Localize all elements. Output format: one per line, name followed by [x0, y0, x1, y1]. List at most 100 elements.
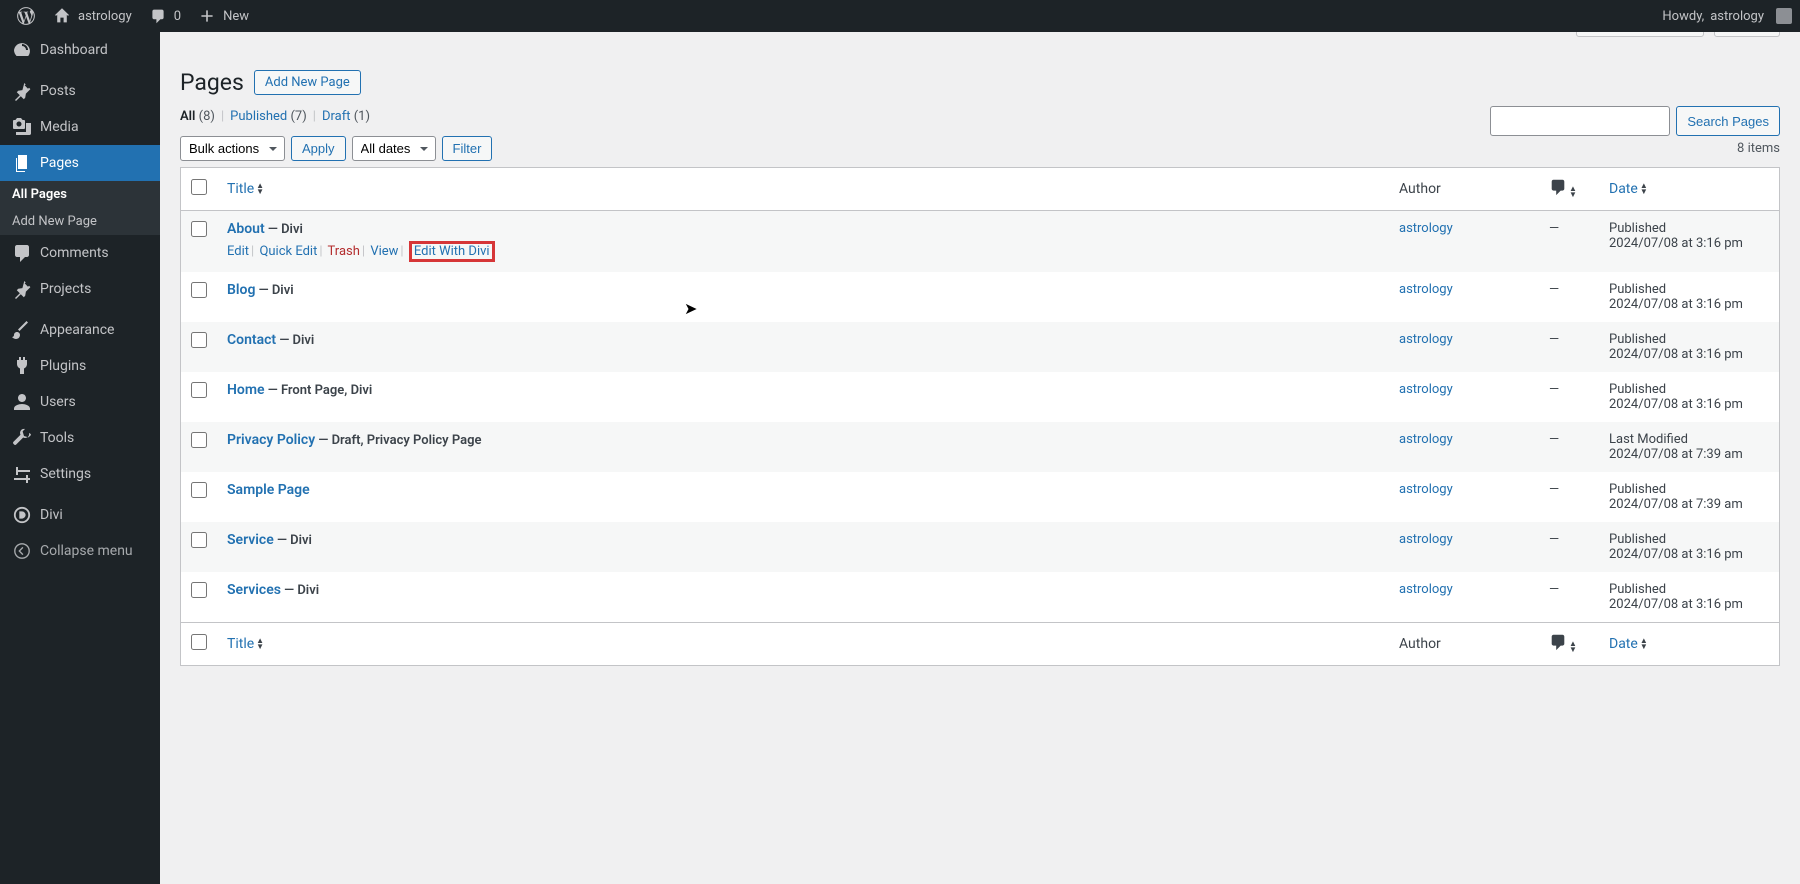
comments-link[interactable]: 0	[140, 0, 189, 32]
row-actions: Edit| Quick Edit| Trash| View| Edit With…	[227, 241, 1379, 262]
table-row: About — Divi Edit| Quick Edit| Trash| Vi…	[181, 211, 1779, 272]
date-cell: Published2024/07/08 at 3:16 pm	[1599, 211, 1779, 272]
trash-link[interactable]: Trash	[328, 244, 360, 259]
author-link[interactable]: astrology	[1399, 221, 1453, 236]
row-checkbox[interactable]	[191, 482, 207, 498]
view-link[interactable]: View	[370, 244, 398, 259]
page-title-link[interactable]: About	[227, 221, 265, 237]
home-icon	[52, 6, 72, 26]
post-state: — Front Page, Divi	[265, 383, 373, 398]
date-cell: Published2024/07/08 at 3:16 pm	[1599, 372, 1779, 422]
row-checkbox[interactable]	[191, 532, 207, 548]
menu-media[interactable]: Media	[0, 109, 160, 145]
menu-divi[interactable]: Divi	[0, 497, 160, 533]
row-checkbox[interactable]	[191, 382, 207, 398]
filter-all-link[interactable]: All	[180, 109, 195, 124]
new-content-link[interactable]: New	[189, 0, 257, 32]
post-state: — Divi	[265, 222, 303, 237]
author-link[interactable]: astrology	[1399, 532, 1453, 547]
page-title: Pages	[180, 69, 244, 96]
date-cell: Last Modified2024/07/08 at 7:39 am	[1599, 422, 1779, 472]
pin-icon	[12, 81, 32, 101]
author-link[interactable]: astrology	[1399, 582, 1453, 597]
row-checkbox[interactable]	[191, 282, 207, 298]
page-title-link[interactable]: Service	[227, 532, 274, 548]
avatar	[1776, 8, 1792, 24]
row-checkbox[interactable]	[191, 221, 207, 237]
page-title-link[interactable]: Blog	[227, 282, 255, 298]
site-name: astrology	[78, 9, 132, 24]
site-name-link[interactable]: astrology	[44, 0, 140, 32]
page-title-link[interactable]: Contact	[227, 332, 276, 348]
menu-comments[interactable]: Comments	[0, 235, 160, 271]
user-menu[interactable]: Howdy, astrology	[1654, 0, 1800, 32]
date-filter-select[interactable]: All dates	[352, 136, 436, 161]
column-comments[interactable]: ▲▼	[1539, 168, 1599, 211]
add-new-page-button[interactable]: Add New Page	[254, 70, 361, 95]
menu-posts[interactable]: Posts	[0, 73, 160, 109]
howdy-prefix: Howdy,	[1662, 9, 1704, 24]
author-link[interactable]: astrology	[1399, 282, 1453, 297]
menu-dashboard[interactable]: Dashboard	[0, 32, 160, 68]
submenu-add-new-page[interactable]: Add New Page	[0, 208, 160, 235]
post-state: — Divi	[281, 583, 319, 598]
select-all-checkbox-footer[interactable]	[191, 634, 207, 650]
wp-logo[interactable]	[8, 0, 44, 32]
date-cell: Published2024/07/08 at 7:39 am	[1599, 472, 1779, 522]
help-button[interactable]: Help ▼	[1714, 32, 1780, 37]
edit-with-divi-link[interactable]: Edit With Divi	[414, 244, 490, 259]
author-link[interactable]: astrology	[1399, 332, 1453, 347]
menu-collapse[interactable]: Collapse menu	[0, 533, 160, 569]
post-state: — Draft, Privacy Policy Page	[315, 433, 481, 448]
menu-pages[interactable]: Pages	[0, 145, 160, 181]
search-input[interactable]	[1490, 106, 1670, 136]
user-icon	[12, 392, 32, 412]
column-date[interactable]: Date▲▼	[1599, 168, 1779, 211]
menu-users[interactable]: Users	[0, 384, 160, 420]
row-checkbox[interactable]	[191, 332, 207, 348]
bulk-actions-select[interactable]: Bulk actions	[180, 136, 285, 161]
submenu-all-pages[interactable]: All Pages	[0, 181, 160, 208]
select-all-checkbox[interactable]	[191, 179, 207, 195]
page-title-link[interactable]: Sample Page	[227, 482, 310, 498]
sort-icon: ▲▼	[256, 183, 264, 195]
menu-settings[interactable]: Settings	[0, 456, 160, 492]
date-cell: Published2024/07/08 at 3:16 pm	[1599, 322, 1779, 372]
column-title-footer[interactable]: Title▲▼	[217, 622, 1389, 665]
page-title-link[interactable]: Privacy Policy	[227, 432, 315, 448]
table-row: Service — Divi astrology — Published2024…	[181, 522, 1779, 572]
column-comments-footer[interactable]: ▲▼	[1539, 622, 1599, 665]
sort-icon: ▲▼	[256, 638, 264, 650]
menu-plugins[interactable]: Plugins	[0, 348, 160, 384]
filter-published-link[interactable]: Published	[230, 109, 287, 124]
search-button[interactable]: Search Pages	[1676, 106, 1780, 136]
comments-cell: —	[1539, 472, 1599, 522]
comments-cell: —	[1539, 522, 1599, 572]
filter-draft-link[interactable]: Draft	[322, 109, 351, 124]
author-link[interactable]: astrology	[1399, 382, 1453, 397]
row-checkbox[interactable]	[191, 432, 207, 448]
page-title-link[interactable]: Services	[227, 582, 281, 598]
menu-appearance[interactable]: Appearance	[0, 312, 160, 348]
edit-link[interactable]: Edit	[227, 244, 249, 259]
author-link[interactable]: astrology	[1399, 432, 1453, 447]
column-date-footer[interactable]: Date▲▼	[1599, 622, 1779, 665]
page-title-link[interactable]: Home	[227, 382, 265, 398]
row-checkbox[interactable]	[191, 582, 207, 598]
comment-icon	[1549, 184, 1567, 200]
comments-cell: —	[1539, 322, 1599, 372]
column-title[interactable]: Title▲▼	[217, 168, 1389, 211]
post-state: — Divi	[274, 533, 312, 548]
wrench-icon	[12, 428, 32, 448]
menu-projects[interactable]: Projects	[0, 271, 160, 307]
screen-options-button[interactable]: Screen Options ▼	[1576, 32, 1704, 37]
apply-button[interactable]: Apply	[291, 136, 346, 161]
quick-edit-link[interactable]: Quick Edit	[259, 244, 317, 259]
comments-count: 0	[174, 9, 181, 24]
filter-button[interactable]: Filter	[442, 136, 493, 161]
admin-sidebar: Dashboard Posts Media Pages All Pages Ad…	[0, 32, 160, 884]
pin-icon	[12, 279, 32, 299]
comment-icon	[1549, 639, 1567, 655]
menu-tools[interactable]: Tools	[0, 420, 160, 456]
author-link[interactable]: astrology	[1399, 482, 1453, 497]
